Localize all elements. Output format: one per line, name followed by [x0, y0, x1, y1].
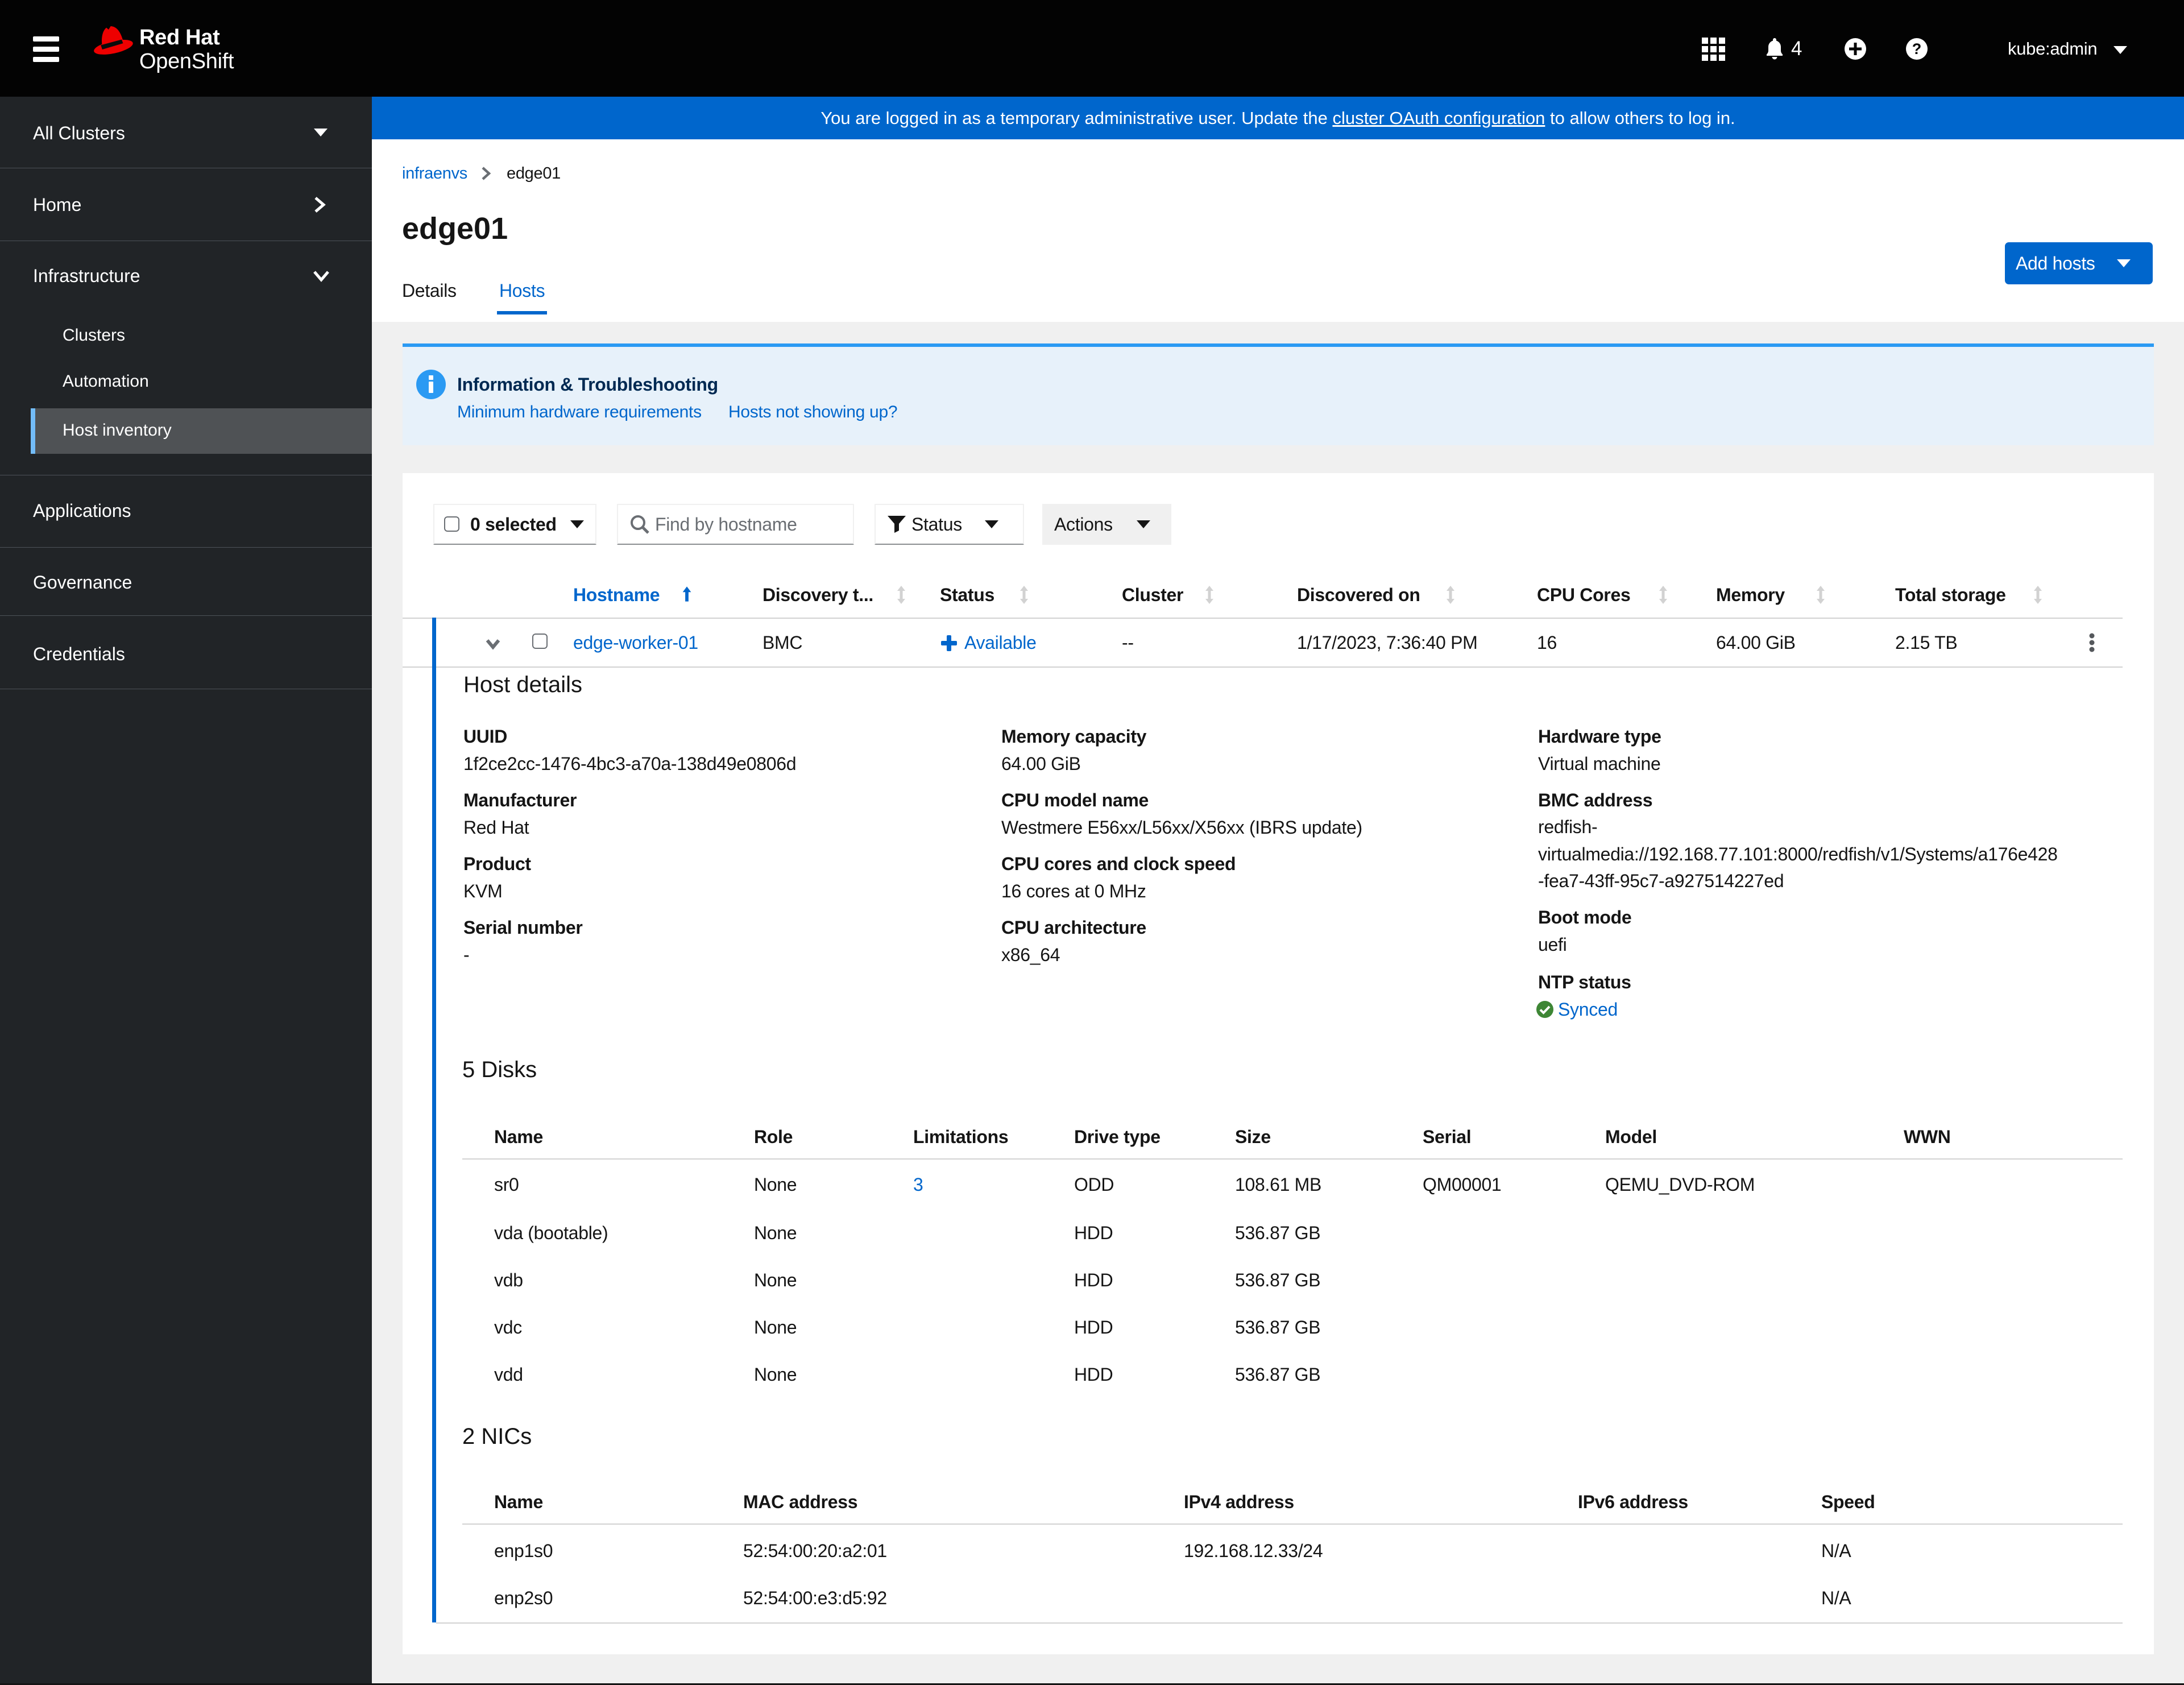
svg-text:?: ? [1912, 40, 1922, 57]
